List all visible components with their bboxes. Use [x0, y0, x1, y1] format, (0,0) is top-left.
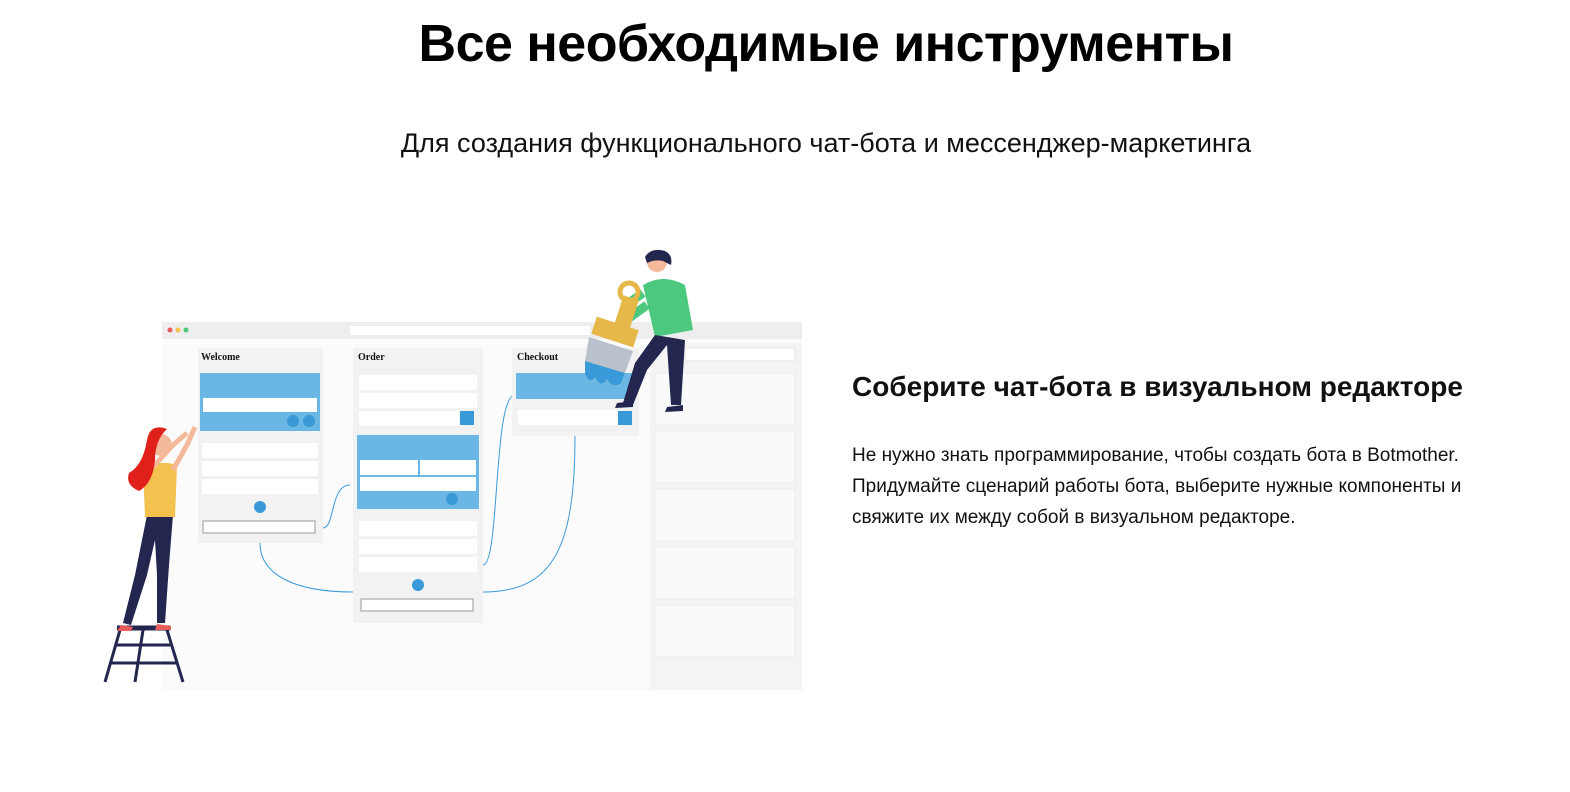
- flow-column-order[interactable]: Order: [353, 348, 483, 623]
- page-subtitle: Для создания функционального чат-бота и …: [400, 128, 1252, 158]
- window-dots-icon: [167, 327, 189, 333]
- flow-column-welcome[interactable]: Welcome: [198, 348, 323, 543]
- visual-editor-illustration: Welcome Order Checkout: [95, 245, 810, 690]
- column-label-welcome: Welcome: [201, 352, 240, 363]
- feature-title: Соберите чат-бота в визуальном редакторе: [852, 371, 1463, 402]
- page-title: Все необходимые инструменты: [418, 15, 1234, 73]
- column-label-checkout: Checkout: [517, 352, 559, 363]
- column-label-order: Order: [358, 352, 385, 363]
- editor-illustration-svg: Welcome Order Checkout: [103, 249, 802, 690]
- feature-description: Не нужно знать программирование, чтобы с…: [852, 445, 1462, 528]
- feature-block: Соберите чат-бота в визуальном редакторе…: [852, 368, 1492, 533]
